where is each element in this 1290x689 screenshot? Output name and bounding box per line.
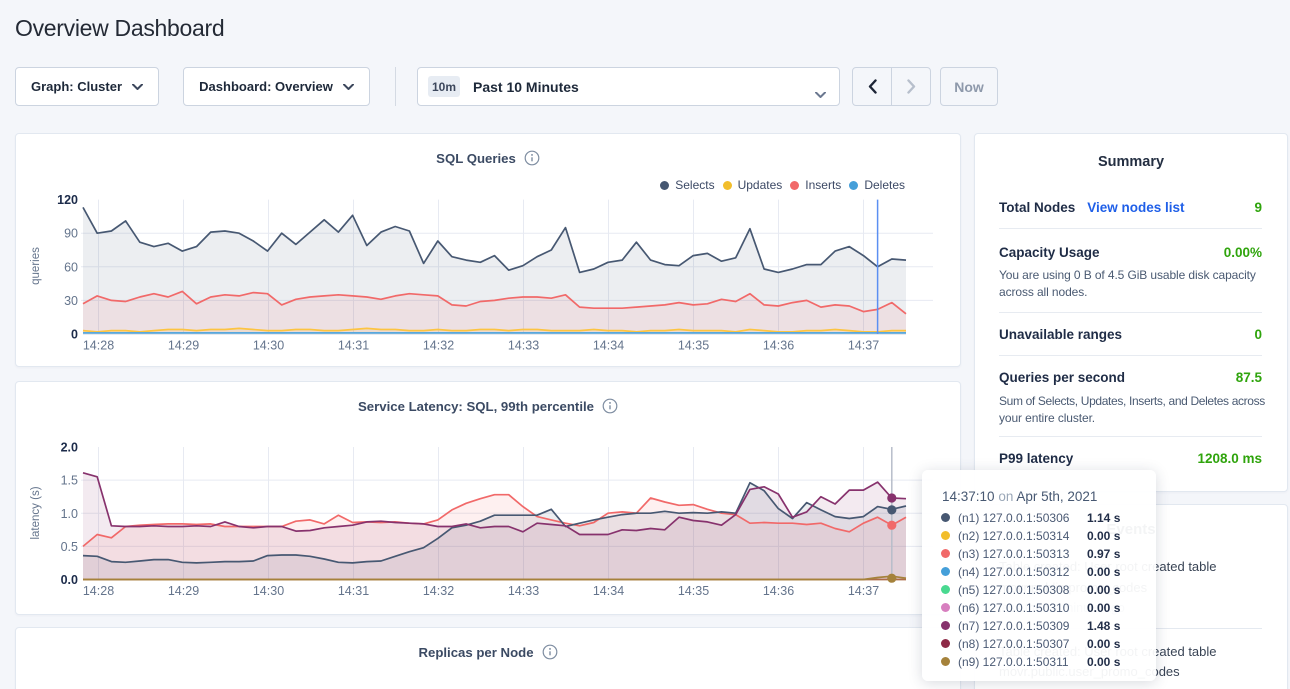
svg-text:14:37: 14:37 bbox=[848, 339, 879, 353]
svg-text:2.0: 2.0 bbox=[61, 441, 78, 455]
svg-text:14:28: 14:28 bbox=[83, 584, 114, 598]
svg-text:14:37: 14:37 bbox=[848, 584, 879, 598]
svg-text:0: 0 bbox=[71, 328, 78, 342]
svg-text:14:32: 14:32 bbox=[423, 339, 454, 353]
svg-text:14:33: 14:33 bbox=[508, 584, 539, 598]
svg-text:90: 90 bbox=[64, 227, 78, 241]
svg-text:14:33: 14:33 bbox=[508, 339, 539, 353]
svg-text:14:28: 14:28 bbox=[83, 339, 114, 353]
svg-text:latency (s): latency (s) bbox=[30, 486, 42, 539]
svg-text:14:29: 14:29 bbox=[168, 584, 199, 598]
svg-text:14:35: 14:35 bbox=[678, 339, 709, 353]
svg-text:14:34: 14:34 bbox=[593, 339, 624, 353]
svg-text:60: 60 bbox=[64, 260, 78, 274]
svg-text:14:36: 14:36 bbox=[763, 584, 794, 598]
svg-text:0.0: 0.0 bbox=[61, 573, 78, 587]
svg-text:14:32: 14:32 bbox=[423, 584, 454, 598]
svg-text:14:30: 14:30 bbox=[253, 584, 284, 598]
svg-text:30: 30 bbox=[64, 294, 78, 308]
svg-text:14:34: 14:34 bbox=[593, 584, 624, 598]
svg-text:14:36: 14:36 bbox=[763, 339, 794, 353]
svg-text:1.5: 1.5 bbox=[61, 474, 78, 488]
svg-text:1.0: 1.0 bbox=[61, 507, 78, 521]
svg-text:queries: queries bbox=[30, 247, 42, 285]
svg-text:14:35: 14:35 bbox=[678, 584, 709, 598]
svg-text:14:31: 14:31 bbox=[338, 339, 369, 353]
svg-text:14:30: 14:30 bbox=[253, 339, 284, 353]
svg-text:14:29: 14:29 bbox=[168, 339, 199, 353]
svg-text:0.5: 0.5 bbox=[61, 540, 78, 554]
svg-text:14:31: 14:31 bbox=[338, 584, 369, 598]
svg-text:120: 120 bbox=[57, 193, 78, 207]
